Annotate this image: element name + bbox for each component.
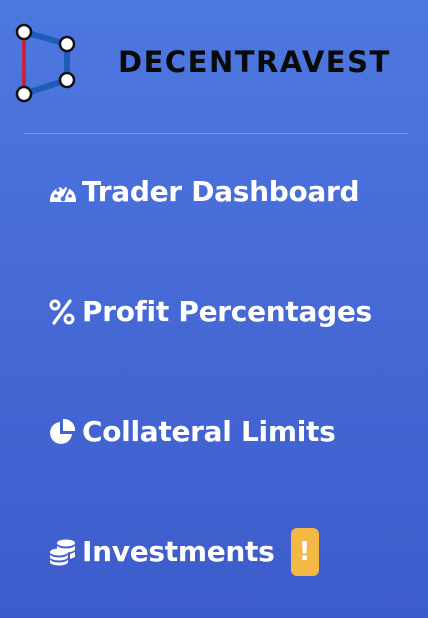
tachometer-icon xyxy=(48,176,82,208)
decentravest-logo-icon xyxy=(15,23,76,103)
nav-item-label: Profit Percentages xyxy=(82,295,372,328)
nav-item-label: Trader Dashboard xyxy=(82,175,360,208)
nav-item-investments[interactable]: Investments ! xyxy=(48,528,319,576)
brand-header[interactable]: DECENTRAVEST xyxy=(0,0,428,128)
nav-item-profit-percentages[interactable]: Profit Percentages xyxy=(48,288,372,336)
nav-item-label: Collateral Limits xyxy=(82,415,336,448)
coins-icon xyxy=(48,536,82,568)
alert-badge: ! xyxy=(290,528,319,576)
pie-chart-icon xyxy=(48,416,82,448)
nav-item-trader-dashboard[interactable]: Trader Dashboard xyxy=(48,168,360,216)
nav-item-collateral-limits[interactable]: Collateral Limits xyxy=(48,408,336,456)
percent-icon xyxy=(48,296,82,328)
divider xyxy=(24,133,408,134)
nav-item-label: Investments xyxy=(82,535,275,568)
sidebar: DECENTRAVEST Trader Dashboard Profit Per… xyxy=(0,0,428,618)
brand-name: DECENTRAVEST xyxy=(118,45,391,79)
